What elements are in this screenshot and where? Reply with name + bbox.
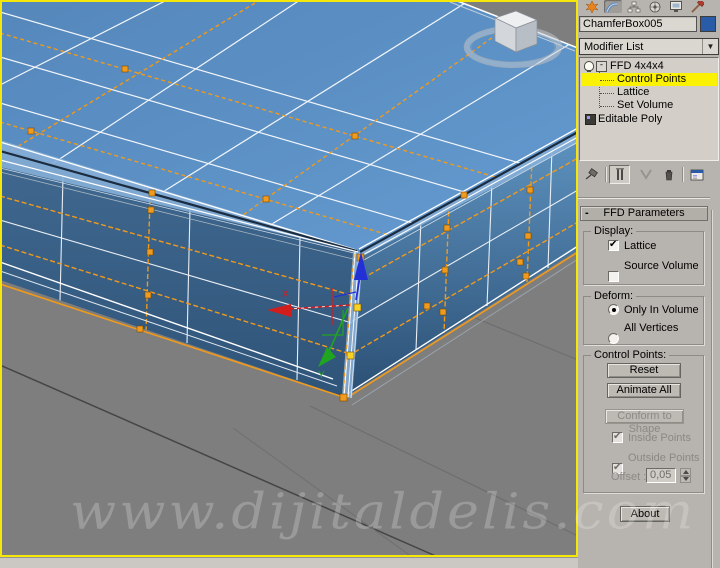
tab-modify[interactable]: [604, 0, 622, 13]
lattice-checkbox[interactable]: ✔: [608, 239, 619, 251]
remove-modifier-icon: [665, 170, 672, 181]
tree-branch: [600, 106, 614, 107]
reset-button[interactable]: Reset: [607, 363, 681, 378]
stack-item-label: Editable Poly: [598, 113, 663, 125]
check-icon: ✔: [613, 431, 622, 442]
stack-item-control-points[interactable]: Control Points: [581, 73, 717, 86]
stack-item-editable-poly[interactable]: Editable Poly: [581, 113, 717, 126]
pin-stack-button[interactable]: [581, 165, 602, 184]
collapse-minus-icon[interactable]: -: [596, 61, 607, 72]
control-points-group-label: Control Points:: [591, 349, 670, 361]
tab-motion[interactable]: [646, 0, 664, 13]
only-in-volume-radio[interactable]: [608, 304, 619, 315]
animate-all-button[interactable]: Animate All: [607, 383, 681, 398]
toolbar-separator: [682, 167, 684, 182]
pin-stack-icon: [585, 168, 598, 180]
y-axis-label: Y: [318, 370, 325, 381]
spinner-down-icon[interactable]: [680, 475, 691, 483]
max-ui-root: { "icons": {"check": "✔", "chevron_down"…: [0, 0, 720, 568]
tree-branch: [600, 80, 614, 81]
viewport-canvas: X Y: [0, 0, 578, 557]
modifier-stack[interactable]: - FFD 4x4x4 Control Points Lattice Set V…: [579, 57, 719, 161]
lattice-checkbox-label: Lattice: [624, 240, 657, 252]
toolbar-separator: [605, 167, 607, 182]
display-icon: [670, 1, 682, 12]
ffd-parameters-rollout-header[interactable]: - FFD Parameters: [580, 206, 708, 221]
rollout-collapse-icon: -: [585, 207, 589, 219]
about-button[interactable]: About: [620, 506, 670, 522]
stack-item-label: FFD 4x4x4: [610, 60, 664, 72]
utilities-icon: [691, 1, 704, 13]
source-volume-checkbox[interactable]: [608, 271, 619, 282]
outside-points-label: Outside Points: [628, 452, 700, 464]
display-group: Display: ✔ Lattice Source Volume: [583, 225, 704, 285]
object-color-swatch[interactable]: [700, 16, 716, 32]
command-panel: ChamferBox005 Modifier List ▼ - FFD 4x4x…: [578, 0, 720, 568]
panel-divider: [578, 197, 710, 199]
perspective-viewport[interactable]: X Y: [0, 0, 578, 557]
show-end-result-button[interactable]: [609, 165, 630, 184]
check-icon: ✔: [609, 239, 618, 250]
offset-label: Offset :: [611, 471, 647, 483]
stack-item-lattice[interactable]: Lattice: [581, 86, 717, 99]
status-bar-strip: [0, 557, 578, 568]
control-points-group: Control Points: Reset Animate All Confor…: [583, 349, 704, 493]
source-volume-checkbox-label: Source Volume: [624, 260, 699, 272]
rollout-scroll-gutter[interactable]: [711, 210, 713, 568]
deform-group-label: Deform:: [591, 290, 637, 302]
display-group-label: Display:: [591, 225, 637, 237]
inside-points-label: Inside Points: [628, 432, 691, 444]
offset-spinner[interactable]: [680, 468, 691, 483]
tree-branch: [600, 93, 614, 94]
make-unique-button[interactable]: [636, 165, 657, 184]
modify-icon: [606, 2, 619, 13]
only-in-volume-label: Only In Volume: [624, 304, 699, 316]
stack-item-set-volume[interactable]: Set Volume: [581, 99, 717, 112]
object-name-value: ChamferBox005: [583, 18, 663, 30]
tab-create[interactable]: [583, 0, 601, 13]
conform-to-shape-button[interactable]: Conform to Shape: [605, 409, 684, 435]
deform-group: Deform: Only In Volume All Vertices: [583, 290, 704, 345]
stack-item-label: Set Volume: [617, 99, 674, 111]
make-unique-icon: [640, 169, 652, 180]
show-end-result-icon: [615, 168, 624, 180]
modifier-on-bulb-icon[interactable]: [584, 61, 594, 72]
hierarchy-icon: [627, 1, 641, 13]
configure-modifier-sets-icon: [690, 169, 703, 180]
chevron-down-icon[interactable]: ▼: [702, 39, 718, 54]
modifier-list-dropdown[interactable]: Modifier List ▼: [579, 38, 719, 55]
create-icon: [585, 1, 599, 13]
inside-points-checkbox[interactable]: ✔: [612, 431, 623, 443]
tab-display[interactable]: [667, 0, 685, 13]
remove-modifier-button[interactable]: [658, 165, 679, 184]
stack-item-ffd[interactable]: - FFD 4x4x4: [581, 60, 717, 73]
tab-hierarchy[interactable]: [625, 0, 643, 13]
all-vertices-label: All Vertices: [624, 322, 679, 334]
editable-poly-icon: [585, 114, 596, 125]
tab-utilities[interactable]: [688, 0, 706, 13]
spinner-up-icon[interactable]: [680, 468, 691, 476]
all-vertices-radio[interactable]: [608, 333, 619, 344]
stack-item-label: Control Points: [617, 73, 687, 85]
object-name-field[interactable]: ChamferBox005: [579, 16, 697, 32]
offset-field[interactable]: 0,05: [646, 468, 676, 483]
x-axis-label: X: [282, 289, 289, 300]
rollout-title: FFD Parameters: [603, 207, 685, 219]
modifier-list-label: Modifier List: [584, 40, 644, 53]
configure-modifier-sets-button[interactable]: [686, 165, 707, 184]
motion-icon: [649, 1, 661, 13]
stack-item-label: Lattice: [617, 86, 650, 98]
